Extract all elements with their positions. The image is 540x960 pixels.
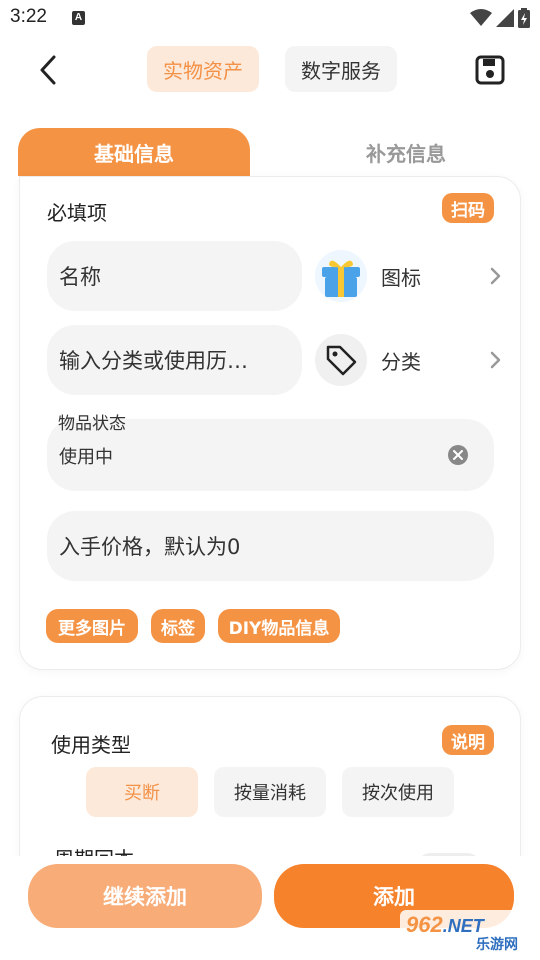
item-status-value: 使用中 xyxy=(59,447,113,468)
tab-bar: 基础信息 补充信息 xyxy=(18,128,522,176)
signal-icon xyxy=(496,9,514,27)
scan-button[interactable]: 扫码 xyxy=(442,193,494,223)
required-fields-card: 必填项 扫码 名称 图标 输入分类或使用历… 分类 使用中 物品状态 入手价格，… xyxy=(19,176,521,670)
chevron-left-icon xyxy=(40,55,56,85)
chevron-right-icon xyxy=(485,266,505,286)
clear-status-button[interactable] xyxy=(448,445,468,465)
gift-icon xyxy=(315,250,367,302)
status-bar: 3:22 A xyxy=(0,0,540,36)
battery-icon xyxy=(518,8,530,28)
diy-info-button[interactable]: DIY物品信息 xyxy=(218,609,340,643)
item-status-label: 物品状态 xyxy=(58,414,126,434)
watermark-site-name: 乐游网 xyxy=(476,937,518,953)
price-input[interactable]: 入手价格，默认为0 xyxy=(47,511,494,581)
tags-button[interactable]: 标签 xyxy=(151,609,205,643)
chevron-right-icon xyxy=(485,350,505,370)
watermark-brand: 962.NET xyxy=(406,912,484,938)
notification-icon: A xyxy=(72,11,85,25)
back-button[interactable] xyxy=(30,52,66,88)
usage-section-title: 使用类型 xyxy=(51,733,131,757)
usage-option-buyout[interactable]: 买断 xyxy=(86,767,198,817)
icon-picker-label: 图标 xyxy=(381,265,421,290)
more-photos-button[interactable]: 更多图片 xyxy=(46,609,138,643)
status-icons xyxy=(470,8,530,28)
category-picker-label: 分类 xyxy=(381,349,421,374)
wifi-icon xyxy=(470,9,492,26)
watermark-suffix: .NET xyxy=(442,916,484,936)
icon-picker[interactable]: 图标 xyxy=(315,241,505,311)
usage-option-consume[interactable]: 按量消耗 xyxy=(214,767,326,817)
tab-basic-info[interactable]: 基础信息 xyxy=(18,128,250,176)
required-section-title: 必填项 xyxy=(47,201,107,225)
category-picker[interactable]: 分类 xyxy=(315,325,505,395)
continue-adding-button[interactable]: 继续添加 xyxy=(28,864,262,928)
close-icon xyxy=(453,450,463,460)
watermark-logo: 962.NET 乐游网 xyxy=(400,910,536,956)
usage-help-button[interactable]: 说明 xyxy=(442,725,494,755)
status-time: 3:22 xyxy=(10,6,47,27)
save-button[interactable] xyxy=(472,52,508,88)
segment-physical-assets[interactable]: 实物资产 xyxy=(147,46,259,92)
segment-digital-services[interactable]: 数字服务 xyxy=(285,46,397,92)
watermark-number: 962 xyxy=(406,912,443,937)
save-icon xyxy=(475,55,505,85)
category-input[interactable]: 输入分类或使用历… xyxy=(47,325,302,395)
top-bar: 实物资产 数字服务 xyxy=(0,40,540,100)
tab-extra-info[interactable]: 补充信息 xyxy=(290,128,522,176)
name-input[interactable]: 名称 xyxy=(47,241,302,311)
usage-option-per-use[interactable]: 按次使用 xyxy=(342,767,454,817)
tag-icon xyxy=(315,334,367,386)
